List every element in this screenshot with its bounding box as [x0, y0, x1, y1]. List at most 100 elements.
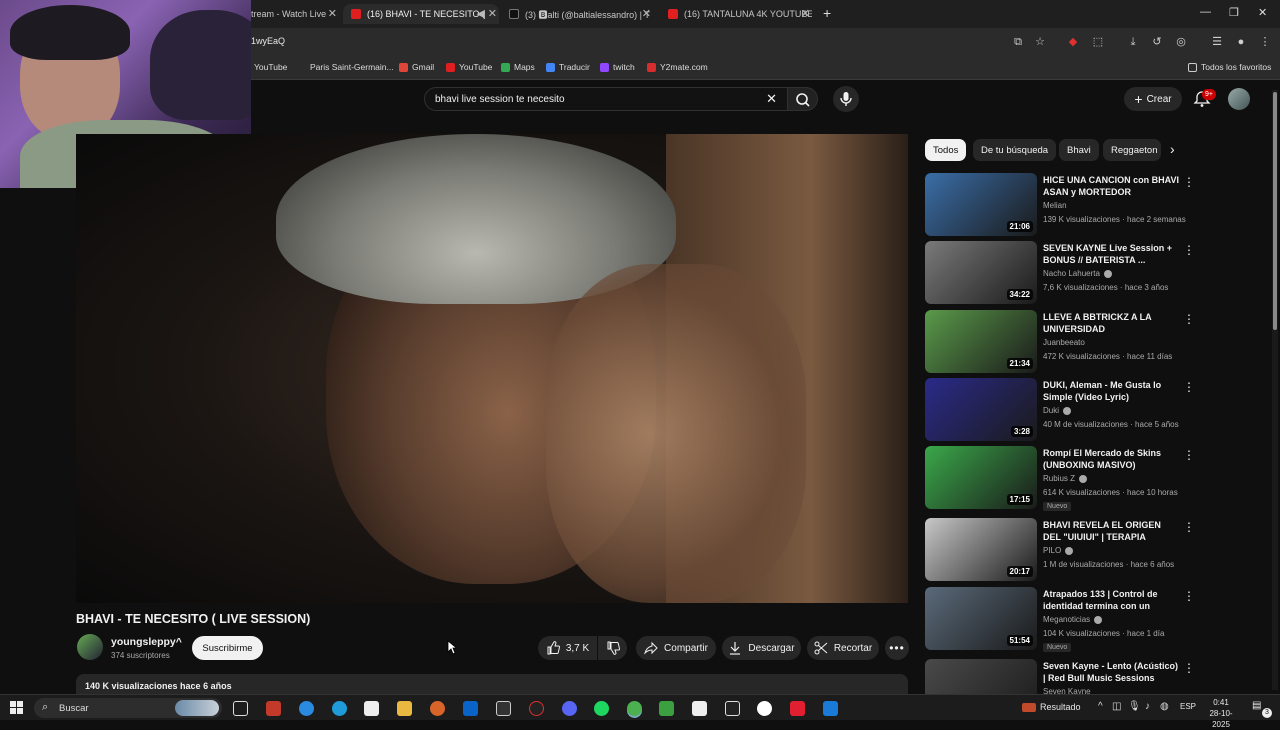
recommendation-item[interactable]: 3:28 DUKI, Aleman - Me Gusta lo Simple (V…: [925, 378, 1195, 441]
channel-name[interactable]: youngsleppy^: [111, 636, 182, 648]
bookmark-item[interactable]: YouTube: [446, 62, 492, 72]
clock[interactable]: 0:41 28-10-2025: [1203, 697, 1239, 730]
video-thumbnail[interactable]: [925, 659, 1037, 694]
store-icon[interactable]: [364, 701, 379, 716]
minimize-icon[interactable]: —: [1200, 6, 1211, 18]
channel-avatar[interactable]: [77, 634, 103, 660]
install-app-icon[interactable]: ⧉: [1011, 35, 1025, 49]
video-thumbnail[interactable]: 21:06: [925, 173, 1037, 236]
share-button[interactable]: Compartir: [636, 636, 716, 660]
recommendation-channel[interactable]: Duki: [1043, 406, 1072, 415]
tab-1[interactable]: (16) BHAVI - TE NECESITO ( ◀ ✕: [343, 4, 499, 24]
bookmark-item[interactable]: Gmail: [399, 62, 434, 72]
edge-icon[interactable]: [332, 701, 347, 716]
bookmark-item[interactable]: twitch: [600, 62, 635, 72]
recommendation-channel[interactable]: Melian: [1043, 201, 1067, 210]
close-tab-icon[interactable]: ✕: [488, 7, 497, 20]
close-tab-icon[interactable]: ✕: [801, 7, 810, 20]
app-icon[interactable]: [757, 701, 772, 716]
taskbar-search[interactable]: ⌕ Buscar: [34, 698, 222, 718]
history-icon[interactable]: ↺: [1150, 35, 1164, 49]
search-input[interactable]: bhavi live session te necesito ✕: [424, 87, 788, 111]
more-vertical-icon[interactable]: ⋮: [1183, 661, 1195, 675]
recommendation-channel[interactable]: Rubius Z: [1043, 474, 1088, 483]
clear-search-icon[interactable]: ✕: [766, 91, 777, 107]
recommendation-item[interactable]: Seven Kayne - Lento (Acústico) | Red Bul…: [925, 659, 1195, 694]
chip-from-search[interactable]: De tu búsqueda: [973, 139, 1057, 161]
like-button[interactable]: 3,7 K: [538, 636, 597, 660]
task-view-icon[interactable]: [233, 701, 248, 716]
recommendation-channel[interactable]: Nacho Lahuerta: [1043, 269, 1112, 278]
app-icon[interactable]: [790, 701, 805, 716]
more-vertical-icon[interactable]: ⋮: [1183, 380, 1195, 394]
video-player[interactable]: [76, 134, 908, 603]
new-tab-icon[interactable]: +: [823, 5, 831, 21]
recommendation-item[interactable]: 51:54 Atrapados 133 | Control de identida…: [925, 587, 1195, 652]
extensions-puzzle-icon[interactable]: ⬚: [1091, 35, 1105, 49]
video-thumbnail[interactable]: 21:34: [925, 310, 1037, 373]
brave-icon[interactable]: [430, 701, 445, 716]
discord-icon[interactable]: [562, 701, 577, 716]
chip-all[interactable]: Todos: [925, 139, 967, 161]
terminal-icon[interactable]: [496, 701, 511, 716]
bookmark-item[interactable]: Maps: [501, 62, 535, 72]
bookmark-item[interactable]: YouTube: [254, 62, 287, 72]
tab-3[interactable]: (16) TANTALUNA 4K YOUTUBE ✕: [664, 4, 812, 24]
capcut-icon[interactable]: [725, 701, 740, 716]
recommendation-title[interactable]: SEVEN KAYNE Live Session + BONUS // BATE…: [1043, 242, 1179, 266]
bookmark-star-icon[interactable]: ☆: [1033, 35, 1047, 49]
app-icon[interactable]: [692, 701, 707, 716]
chip-reggaeton[interactable]: Reggaeton: [1103, 139, 1161, 161]
close-tab-icon[interactable]: ✕: [642, 7, 651, 20]
video-thumbnail[interactable]: 20:17: [925, 518, 1037, 581]
bookmark-item[interactable]: Traducir: [546, 62, 590, 72]
download-button[interactable]: Descargar: [722, 636, 801, 660]
minecraft-icon[interactable]: [659, 701, 674, 716]
create-button[interactable]: + Crear: [1124, 87, 1182, 111]
recommendation-channel[interactable]: Juanbeeato: [1043, 338, 1085, 347]
tab-0[interactable]: tream - Watch Live ✕: [251, 4, 339, 24]
close-tab-icon[interactable]: ✕: [328, 7, 337, 20]
tray-app-icon[interactable]: ◫: [1112, 701, 1121, 712]
recommendation-item[interactable]: 17:15 Rompí El Mercado de Skins (UNBOXING…: [925, 446, 1195, 511]
recommendation-title[interactable]: HICE UNA CANCION con BHAVI ASAN y MORTED…: [1043, 174, 1179, 198]
extension-icon[interactable]: ◆: [1066, 35, 1080, 49]
recommendation-item[interactable]: 20:17 BHAVI REVELA EL ORIGEN DEL "UIUIUI"…: [925, 518, 1195, 581]
app-icon[interactable]: [823, 701, 838, 716]
video-thumbnail[interactable]: 34:22: [925, 241, 1037, 304]
recommendation-title[interactable]: LLEVE A BBTRICKZ A LA UNIVERSIDAD: [1043, 311, 1179, 335]
all-bookmarks[interactable]: Todos los favoritos: [1188, 62, 1271, 72]
app-icon[interactable]: [266, 701, 281, 716]
recommendation-item[interactable]: 34:22 SEVEN KAYNE Live Session + BONUS //…: [925, 241, 1195, 304]
recommendation-title[interactable]: Atrapados 133 | Control de identidad ter…: [1043, 588, 1179, 612]
network-icon[interactable]: ◍: [1160, 701, 1169, 712]
download-icon[interactable]: ⤓: [1126, 35, 1140, 49]
file-explorer-icon[interactable]: [397, 701, 412, 716]
recommendation-item[interactable]: 21:34 LLEVE A BBTRICKZ A LA UNIVERSIDAD Ju…: [925, 310, 1195, 373]
subscribe-button[interactable]: Suscribirme: [192, 636, 263, 660]
spotify-icon[interactable]: [594, 701, 609, 716]
url-field[interactable]: 1wyEaQ: [251, 36, 285, 46]
more-vertical-icon[interactable]: ⋮: [1183, 448, 1195, 462]
account-avatar[interactable]: [1228, 88, 1250, 110]
media-icon[interactable]: ◎: [1174, 35, 1188, 49]
obs-icon[interactable]: [529, 701, 544, 716]
bookmark-item[interactable]: Y2mate.com: [647, 62, 708, 72]
search-button[interactable]: [788, 87, 818, 111]
recommendation-title[interactable]: DUKI, Aleman - Me Gusta lo Simple (Video…: [1043, 379, 1179, 403]
recommendation-item[interactable]: 21:06 HICE UNA CANCION con BHAVI ASAN y M…: [925, 173, 1195, 236]
chrome-icon[interactable]: [627, 701, 642, 716]
audio-icon[interactable]: ◀: [477, 7, 485, 20]
recommendation-channel[interactable]: PILO: [1043, 546, 1074, 555]
more-vertical-icon[interactable]: ⋮: [1183, 589, 1195, 603]
video-thumbnail[interactable]: 51:54: [925, 587, 1037, 650]
menu-icon[interactable]: ⋮: [1258, 35, 1272, 49]
more-actions-button[interactable]: •••: [885, 636, 909, 660]
tray-chevron-icon[interactable]: ^: [1098, 701, 1103, 712]
bookmark-item[interactable]: Paris Saint-Germain...: [310, 62, 394, 72]
widget-text[interactable]: Resultado: [1040, 702, 1081, 712]
recommendation-channel[interactable]: Meganoticias: [1043, 615, 1103, 624]
video-thumbnail[interactable]: 3:28: [925, 378, 1037, 441]
dislike-button[interactable]: [598, 636, 627, 660]
scrollbar-thumb[interactable]: [1273, 92, 1277, 330]
